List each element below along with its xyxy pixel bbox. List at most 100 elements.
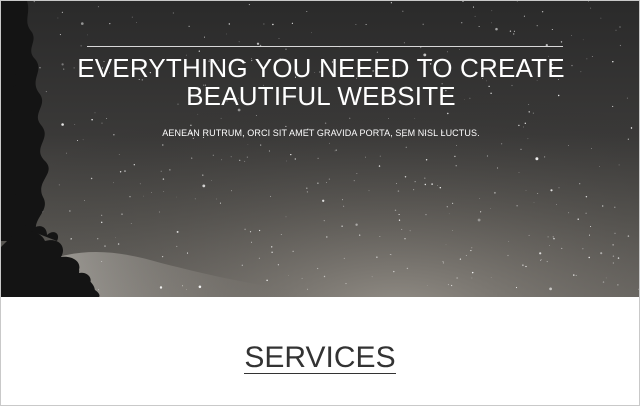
star (98, 289, 99, 291)
star (425, 214, 427, 216)
star (342, 199, 344, 201)
star (626, 97, 628, 99)
star (220, 117, 222, 119)
star (365, 156, 366, 158)
star (136, 22, 138, 24)
star (334, 150, 336, 152)
star (431, 183, 433, 185)
star (307, 288, 309, 290)
star (216, 198, 217, 200)
star (131, 16, 133, 18)
star (109, 23, 111, 25)
star (186, 289, 187, 290)
star (524, 122, 526, 124)
star (602, 205, 604, 207)
star (249, 231, 252, 233)
star (272, 23, 274, 26)
hero-title-line2: BEAUTIFUL WEBSITE (186, 81, 456, 111)
star (260, 144, 262, 146)
star (113, 182, 114, 184)
star (335, 149, 337, 151)
star (474, 15, 476, 17)
star (301, 277, 303, 279)
star (80, 22, 84, 25)
star (539, 252, 542, 255)
star (470, 250, 472, 252)
star (119, 171, 122, 173)
star (379, 155, 381, 157)
star (398, 219, 401, 221)
star (322, 199, 325, 202)
star (285, 216, 287, 218)
star (104, 245, 106, 247)
star (414, 181, 416, 183)
star (396, 183, 398, 185)
star (404, 176, 407, 178)
star (605, 277, 607, 279)
star (480, 211, 482, 213)
star (91, 119, 93, 121)
star (87, 34, 88, 36)
star (397, 190, 400, 192)
star (59, 34, 61, 36)
star (540, 258, 542, 260)
star (617, 257, 620, 259)
star (518, 172, 520, 173)
star (420, 46, 422, 49)
star (424, 177, 426, 179)
star (455, 165, 457, 167)
star (355, 223, 358, 226)
star (266, 279, 268, 282)
star (161, 255, 164, 258)
star (390, 2, 393, 4)
star (471, 247, 473, 249)
star (459, 49, 460, 50)
services-heading-text: SERVICES (244, 341, 396, 374)
star (285, 48, 287, 50)
star (162, 144, 164, 146)
star (546, 261, 548, 263)
star (582, 39, 584, 41)
star (600, 17, 602, 19)
star (403, 42, 405, 44)
star (393, 270, 395, 273)
star (77, 140, 79, 141)
star (202, 184, 206, 188)
star (585, 212, 587, 214)
star (172, 12, 174, 14)
star (169, 169, 171, 171)
star (97, 6, 99, 8)
star (241, 264, 243, 266)
star (451, 202, 454, 205)
star (324, 122, 327, 124)
star (404, 238, 406, 240)
star (577, 218, 579, 220)
star (263, 23, 265, 25)
star (591, 55, 593, 58)
star (163, 191, 165, 193)
star (368, 190, 370, 192)
hero-title: EVERYTHING YOU NEEED TO CREATE BEAUTIFUL… (61, 54, 581, 110)
star (316, 267, 319, 270)
star (258, 229, 261, 232)
star (306, 187, 308, 190)
star (323, 275, 326, 278)
star (541, 11, 544, 13)
star (101, 261, 103, 262)
star (124, 170, 126, 172)
star (573, 274, 575, 276)
star (439, 186, 442, 189)
star (409, 230, 411, 232)
star (278, 38, 280, 40)
star (558, 187, 560, 189)
star (328, 178, 331, 180)
hero-banner: EVERYTHING YOU NEEED TO CREATE BEAUTIFUL… (1, 1, 639, 297)
star (477, 218, 481, 222)
star (513, 30, 515, 32)
star (45, 91, 47, 93)
star (495, 27, 498, 31)
star (323, 219, 325, 222)
star (270, 195, 272, 197)
star (328, 142, 330, 144)
star (509, 30, 512, 32)
